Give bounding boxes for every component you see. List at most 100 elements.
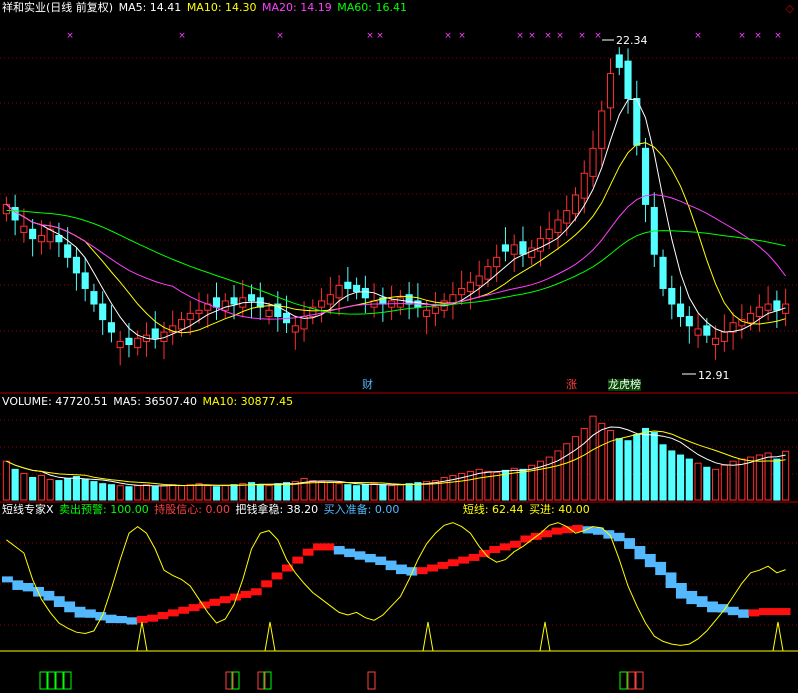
volume-bar — [676, 454, 685, 501]
candle-body — [510, 244, 518, 255]
candle-body — [20, 225, 28, 233]
candle-body — [773, 300, 781, 311]
candle-body — [335, 284, 343, 299]
ribbon-segment — [126, 617, 138, 625]
ribbon-segment — [333, 546, 345, 555]
indicator-panel[interactable] — [0, 522, 798, 690]
ribbon-segment — [748, 609, 760, 617]
price-header: 祥和实业(日线 前复权) MA5: 14.41 MA10: 14.30 MA20… — [2, 1, 409, 15]
ribbon-segment — [43, 590, 55, 601]
candle-body — [458, 287, 466, 296]
ribbon-segment — [178, 606, 190, 614]
candle-body — [685, 315, 693, 327]
ribbon-segment — [385, 560, 397, 571]
candle-body — [676, 303, 685, 317]
ribbon-segment — [147, 614, 159, 622]
signal-marker: × — [66, 31, 74, 41]
volume-bar — [99, 483, 107, 501]
volume-bar — [764, 452, 772, 501]
signal-marker: × — [774, 31, 782, 41]
signal-marker: × — [578, 31, 586, 41]
candle-body — [589, 147, 597, 177]
volume-bar — [46, 479, 54, 501]
volume-bar — [615, 438, 623, 501]
ribbon-segment — [551, 527, 563, 535]
signal-box — [619, 671, 628, 690]
candle-body — [151, 328, 159, 339]
buy-spike — [136, 621, 148, 652]
signal-marker: × — [376, 31, 384, 41]
signal-marker: × — [516, 31, 524, 41]
event-finance[interactable]: 财 — [362, 379, 373, 391]
signal-marker: × — [694, 31, 702, 41]
ribbon-segment — [2, 576, 13, 583]
volume-bar — [37, 474, 45, 501]
volume-bar — [125, 486, 133, 501]
candle-body — [125, 337, 133, 346]
ribbon-segment — [157, 612, 169, 620]
candle-body — [580, 172, 588, 199]
volume-bar — [729, 460, 737, 501]
signal-box — [635, 671, 644, 690]
volume-bar — [151, 486, 159, 501]
diamond-icon[interactable]: ◇ — [786, 2, 794, 15]
volume-ma10-label: MA10: 30877.45 — [202, 395, 294, 408]
signal-marker: × — [458, 31, 466, 41]
ribbon-segment — [634, 546, 646, 560]
signal-marker: × — [444, 31, 452, 41]
volume-bar — [221, 485, 229, 501]
candle-body — [528, 247, 536, 258]
volume-bar — [282, 482, 291, 501]
signal-box — [47, 671, 56, 690]
volume-bar — [90, 481, 98, 501]
volume-bar — [685, 458, 693, 501]
event-dragon-tiger[interactable]: 龙虎榜 — [608, 379, 641, 391]
candle-body — [545, 228, 553, 240]
signal-marker: × — [544, 31, 552, 41]
candle-body — [712, 337, 720, 346]
volume-panel[interactable] — [2, 415, 790, 501]
signal-box — [63, 671, 72, 690]
candle-body — [29, 228, 37, 240]
volume-bar — [169, 484, 177, 501]
ribbon-segment — [271, 572, 283, 580]
volume-bar — [571, 436, 580, 501]
volume-bar — [107, 484, 116, 501]
ribbon-segment — [644, 553, 656, 568]
buy-spike — [264, 621, 276, 652]
candle-body — [659, 256, 667, 289]
candle-body — [55, 235, 63, 243]
candle-body — [738, 319, 746, 327]
event-limit-up[interactable]: 涨 — [566, 379, 577, 391]
volume-bar — [747, 456, 755, 501]
buy-spike — [772, 621, 784, 652]
signal-box — [55, 671, 64, 690]
candle-body — [606, 73, 615, 109]
buy-in-label: 买进: 40.00 — [529, 503, 590, 516]
ribbon-segment — [437, 561, 449, 569]
volume-bar — [64, 478, 72, 501]
ribbon-segment — [572, 524, 584, 532]
volume-ma5-label: MA5: 36507.40 — [113, 395, 197, 408]
volume-bar — [773, 458, 781, 501]
ma10-label: MA10: 14.30 — [186, 1, 257, 14]
candle-body — [291, 325, 299, 333]
candle-body — [633, 98, 641, 146]
ribbon-segment — [281, 564, 293, 572]
ribbon-segment — [613, 532, 625, 542]
buy-ready-label: 买入准备: 0.00 — [323, 503, 400, 516]
price-panel[interactable]: × × × × × × × × × × × × × × × × × — [2, 31, 790, 375]
stock-chart-window: × × × × × × × × × × × × × × × × × 祥和实业(日线 前复权) MA5: 14.4… — [0, 0, 798, 693]
volume-bar — [309, 480, 317, 501]
volume-bar — [318, 481, 326, 501]
candle-body — [134, 337, 142, 349]
volume-bar — [212, 486, 221, 501]
candle-body — [764, 303, 772, 311]
volume-bar — [712, 468, 720, 501]
candle-body — [90, 291, 98, 305]
candle-body — [221, 300, 229, 311]
volume-bar — [11, 468, 19, 501]
volume-bar — [160, 485, 168, 501]
candle-body — [326, 294, 334, 305]
volume-bar — [580, 427, 588, 501]
